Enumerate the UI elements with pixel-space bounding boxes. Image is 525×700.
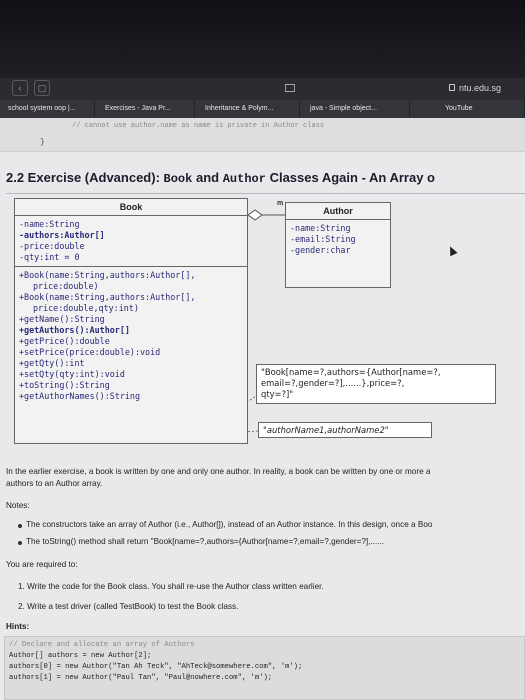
author-class-box: Author -name:String -email:String -gende… — [285, 202, 391, 288]
requirement-2: 2. Write a test driver (called TestBook)… — [18, 602, 239, 611]
author-fields: -name:String -email:String -gender:char — [286, 220, 390, 259]
tab-bar: school system oop |... Exercises - Java … — [0, 100, 525, 118]
book-class-box: Book -name:String -authors:Author[] -pri… — [14, 198, 248, 444]
author-field: -gender:char — [290, 245, 351, 255]
note-bullet-1: The constructors take an array of Author… — [26, 520, 433, 529]
tab-school-system[interactable]: school system oop |... — [0, 100, 95, 118]
back-button[interactable]: ‹ — [12, 80, 28, 96]
book-methods: +Book(name:String,authors:Author[], pric… — [15, 267, 247, 405]
book-method: +getQty():int — [19, 358, 85, 368]
book-field: -price:double — [19, 241, 85, 251]
book-fields: -name:String -authors:Author[] -price:do… — [15, 216, 247, 267]
book-field: -name:String — [19, 219, 80, 229]
hints-code-block: // Declare and allocate an array of Auth… — [4, 636, 525, 700]
book-method: +getAuthors():Author[] — [19, 325, 130, 335]
url-text[interactable]: ntu.edu.sg — [459, 83, 501, 93]
book-method: +toString():String — [19, 380, 110, 390]
book-method: +getName():String — [19, 314, 105, 324]
book-method: +setPrice(price:double):void — [19, 347, 161, 357]
book-method: price:double,qty:int) — [33, 303, 139, 313]
intro-paragraph-line1: In the earlier exercise, a book is writt… — [6, 467, 431, 476]
author-names-note: "authorName1,authorName2" — [258, 422, 432, 438]
book-field: -qty:int = 0 — [19, 252, 80, 262]
hint-code-comment: // Declare and allocate an array of Auth… — [9, 641, 195, 649]
lock-icon — [449, 84, 455, 91]
note-line: email=?,gender=?],......},price=?, — [261, 378, 405, 388]
bullet-icon — [18, 541, 22, 545]
note-bullet-2: The toString() method shall return "Book… — [26, 537, 385, 546]
book-method: +Book(name:String,authors:Author[], — [19, 292, 196, 302]
hints-label: Hints: — [6, 622, 30, 631]
tab-overview-button[interactable]: ▢ — [34, 80, 50, 96]
author-class-title: Author — [286, 203, 390, 220]
book-field: -authors:Author[] — [19, 230, 105, 240]
book-method: +setQty(qty:int):void — [19, 369, 125, 379]
multiplicity-label: m — [277, 200, 284, 207]
tab-inheritance[interactable]: Inheritance & Polym... — [195, 100, 300, 118]
book-method: +Book(name:String,authors:Author[], — [19, 270, 196, 280]
author-field: -name:String — [290, 223, 351, 233]
required-label: You are required to: — [6, 560, 78, 569]
tab-exercises[interactable]: Exercises - Java Pr... — [95, 100, 195, 118]
requirement-1: 1. Write the code for the Book class. Yo… — [18, 582, 324, 591]
browser-frame — [0, 0, 525, 78]
hint-code-line: authors[0] = new Author("Tan Ah Teck", "… — [9, 663, 303, 671]
note-line: qty=?]" — [261, 389, 294, 399]
tostring-note: "Book[name=?,authors={Author[name=?, ema… — [256, 364, 496, 404]
address-bar[interactable] — [0, 78, 525, 100]
reader-icon[interactable] — [285, 84, 295, 92]
note-line: "Book[name=?,authors={Author[name=?, — [261, 367, 441, 377]
book-class-title: Book — [15, 199, 247, 216]
tab-java-simple-object[interactable]: java - Simple object... — [300, 100, 410, 118]
book-method: +getAuthorNames():String — [19, 391, 141, 401]
page-content: // cannot use author.name as name is pri… — [0, 118, 525, 700]
intro-paragraph-line2: authors to an Author array. — [6, 479, 103, 488]
notes-label: Notes: — [6, 501, 30, 510]
author-field: -email:String — [290, 234, 356, 244]
tab-youtube[interactable]: YouTube — [410, 100, 525, 118]
book-method: +getPrice():double — [19, 336, 110, 346]
book-method: price:double) — [33, 281, 99, 291]
hint-code-line: Author[] authors = new Author[2]; — [9, 652, 152, 660]
hint-code-line: authors[1] = new Author("Paul Tan", "Pau… — [9, 674, 273, 682]
aggregation-diamond — [247, 209, 263, 221]
bullet-icon — [18, 524, 22, 528]
